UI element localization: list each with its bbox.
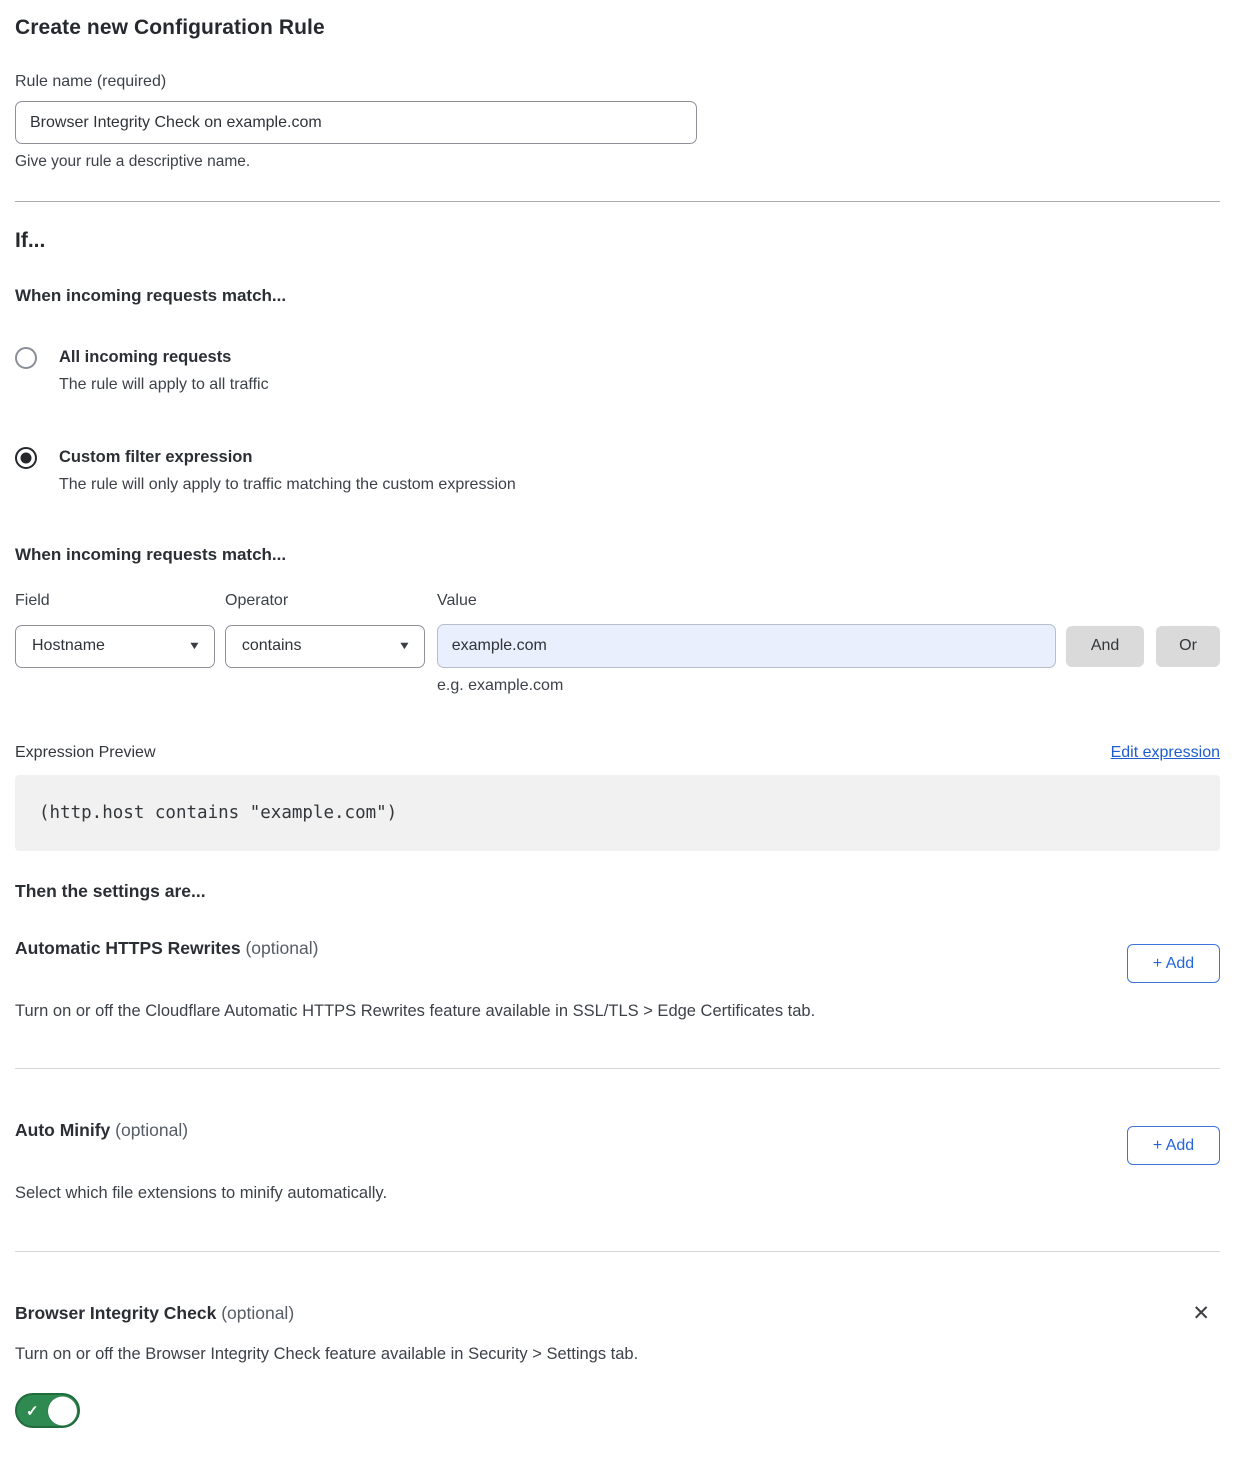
chevron-down-icon: ▼: [397, 640, 411, 652]
operator-select-value: contains: [242, 637, 302, 655]
setting-optional-tag: (optional): [115, 1120, 188, 1140]
setting-optional-tag: (optional): [221, 1303, 294, 1323]
setting-title: Auto Minify (optional): [15, 1119, 188, 1141]
browser-integrity-check-toggle[interactable]: ✓: [15, 1393, 80, 1428]
field-select[interactable]: Hostname ▼: [15, 625, 215, 668]
setting-auto-minify: Auto Minify (optional) + Add Select whic…: [15, 1119, 1220, 1204]
expression-preview-label: Expression Preview: [15, 744, 156, 762]
setting-optional-tag: (optional): [245, 938, 318, 958]
radio-description: The rule will only apply to traffic matc…: [59, 475, 516, 495]
radio-label: All incoming requests: [59, 346, 269, 368]
check-icon: ✓: [26, 1402, 39, 1420]
edit-expression-link[interactable]: Edit expression: [1111, 744, 1220, 762]
toggle-knob: [48, 1396, 77, 1425]
setting-name: Automatic HTTPS Rewrites: [15, 938, 241, 958]
setting-divider: [15, 1068, 1220, 1069]
value-column-label: Value: [437, 592, 477, 610]
option-custom-filter-expression[interactable]: Custom filter expression The rule will o…: [15, 446, 1220, 495]
radio-description: The rule will apply to all traffic: [59, 375, 269, 395]
setting-title: Browser Integrity Check (optional): [15, 1302, 294, 1324]
value-help-text: e.g. example.com: [437, 677, 1220, 695]
setting-description: Turn on or off the Browser Integrity Che…: [15, 1344, 1015, 1365]
filter-column-labels: Field Operator Value: [15, 592, 1220, 610]
radio-label: Custom filter expression: [59, 446, 516, 468]
setting-automatic-https-rewrites: Automatic HTTPS Rewrites (optional) + Ad…: [15, 937, 1220, 1022]
if-heading: If...: [15, 229, 1220, 253]
expression-preview-code: (http.host contains "example.com"): [15, 775, 1220, 851]
rule-name-label: Rule name (required): [15, 73, 1220, 91]
then-settings-heading: Then the settings are...: [15, 881, 1220, 902]
or-button[interactable]: Or: [1156, 626, 1220, 667]
setting-divider: [15, 1251, 1220, 1252]
setting-description: Turn on or off the Cloudflare Automatic …: [15, 1001, 1015, 1022]
field-column-label: Field: [15, 592, 225, 610]
chevron-down-icon: ▼: [188, 640, 202, 652]
setting-title: Automatic HTTPS Rewrites (optional): [15, 937, 318, 959]
add-auto-minify-button[interactable]: + Add: [1127, 1126, 1220, 1165]
section-divider: [15, 201, 1220, 202]
rule-name-input[interactable]: [15, 101, 697, 144]
create-configuration-rule-page: Create new Configuration Rule Rule name …: [0, 0, 1237, 1473]
option-all-incoming-requests[interactable]: All incoming requests The rule will appl…: [15, 346, 1220, 395]
and-button[interactable]: And: [1066, 626, 1144, 667]
close-icon[interactable]: ✕: [1188, 1302, 1214, 1326]
setting-description: Select which file extensions to minify a…: [15, 1183, 1015, 1204]
setting-name: Auto Minify: [15, 1120, 110, 1140]
filter-expression-row: Hostname ▼ contains ▼ And Or: [15, 624, 1220, 668]
when-match-heading: When incoming requests match...: [15, 286, 1220, 306]
setting-name: Browser Integrity Check: [15, 1303, 216, 1323]
setting-browser-integrity-check: Browser Integrity Check (optional) ✕ Tur…: [15, 1302, 1220, 1433]
page-title: Create new Configuration Rule: [15, 16, 1220, 40]
filter-builder-heading: When incoming requests match...: [15, 545, 1220, 565]
value-input[interactable]: [437, 624, 1056, 668]
field-select-value: Hostname: [32, 637, 105, 655]
radio-custom-filter-expression[interactable]: [15, 447, 37, 469]
expression-preview-header: Expression Preview Edit expression: [15, 744, 1220, 762]
add-automatic-https-rewrites-button[interactable]: + Add: [1127, 944, 1220, 983]
operator-select[interactable]: contains ▼: [225, 625, 425, 668]
radio-all-incoming-requests[interactable]: [15, 347, 37, 369]
rule-name-help: Give your rule a descriptive name.: [15, 153, 1220, 171]
operator-column-label: Operator: [225, 592, 437, 610]
